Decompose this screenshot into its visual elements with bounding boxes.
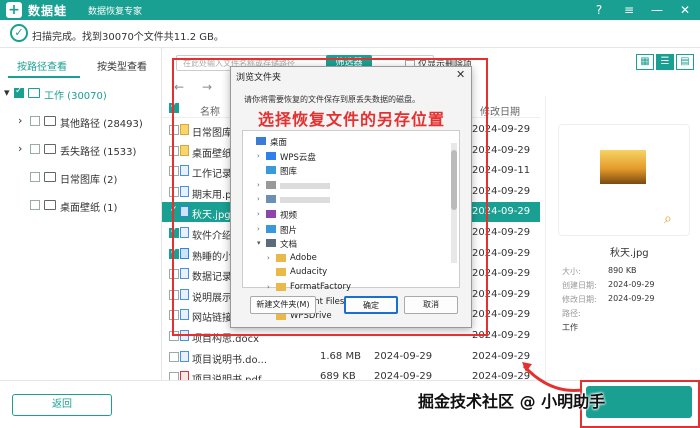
scan-complete-check-icon: ✓ [10, 24, 28, 42]
doc-file-icon [180, 350, 189, 362]
help-button[interactable]: ? [590, 1, 608, 19]
tab-by-type[interactable]: 按类型查看 [97, 58, 147, 73]
chevron-right-icon[interactable]: › [18, 142, 22, 155]
annotation-highlight-box [172, 58, 488, 336]
folder-icon [44, 172, 56, 182]
meta-modified-value: 2024-09-29 [608, 294, 655, 303]
minimize-button[interactable]: — [648, 1, 666, 19]
tree-item-desktop-wallpaper[interactable]: 桌面壁纸 (1) [0, 194, 162, 216]
tree-item-daily-gallery[interactable]: 日常图库 (2) [0, 166, 162, 188]
chevron-right-icon[interactable]: › [18, 114, 22, 127]
meta-modified-key: 修改日期: [562, 295, 597, 304]
annotation-caption: 选择恢复文件的另存位置 [258, 110, 446, 129]
tree-item-label: 日常图库 (2) [60, 175, 118, 186]
meta-size-key: 大小: [562, 267, 581, 276]
meta-created-value: 2024-09-29 [608, 280, 655, 289]
drive-icon [28, 88, 40, 98]
tree-item-label: 其他路径 (28493) [60, 119, 143, 130]
meta-size-value: 890 KB [608, 266, 637, 275]
file-name: 项目说明书.do... [192, 354, 268, 366]
left-panel: 按路径查看 按类型查看 ▾ 工作 (30070) › 其他路径 (28493) … [0, 48, 162, 380]
meta-path-key: 路径: [562, 309, 581, 318]
tree-item-other-paths[interactable]: › 其他路径 (28493) [0, 110, 162, 132]
app-name: 数据蛙 [28, 4, 68, 18]
tab-by-path[interactable]: 按路径查看 [17, 58, 67, 73]
menu-button[interactable]: ≡ [620, 1, 638, 19]
file-d1: 2024-09-29 [374, 350, 433, 362]
tree-checkbox[interactable] [30, 200, 40, 210]
preview-image [600, 150, 646, 184]
folder-icon [44, 200, 56, 210]
chevron-down-icon[interactable]: ▾ [4, 86, 10, 99]
tree-checkbox[interactable] [14, 86, 24, 98]
folder-icon [44, 116, 56, 126]
grid-view-icon[interactable]: ▦ [636, 54, 654, 70]
folder-icon [44, 144, 56, 154]
zoom-icon[interactable]: ⌕ [664, 211, 672, 227]
tree-item-lost-paths[interactable]: › 丢失路径 (1533) [0, 138, 162, 160]
back-button[interactable]: 返回 [12, 394, 112, 416]
tree-checkbox[interactable] [30, 172, 40, 182]
detail-view-icon[interactable]: ▤ [676, 54, 694, 70]
tree-checkbox[interactable] [30, 144, 40, 154]
file-checkbox[interactable] [169, 351, 179, 362]
app-subtitle: 数据恢复专家 [88, 7, 143, 17]
meta-created-key: 创建日期: [562, 281, 597, 290]
file-row[interactable]: 项目说明书.do... 1.68 MB 2024-09-29 2024-09-29 [162, 347, 540, 367]
preview-file-name: 秋天.jpg [610, 248, 649, 259]
file-size: 1.68 MB [320, 350, 361, 362]
app-logo-icon: + [6, 2, 22, 18]
watermark-text: 掘金技术社区 @ 小明助手 [418, 392, 606, 411]
title-bar: + 数据蛙 数据恢复专家 ? ≡ — ✕ [0, 0, 700, 20]
tab-active-indicator [8, 76, 80, 78]
tree-item-label: 工作 (30070) [44, 91, 107, 102]
tree-checkbox[interactable] [30, 116, 40, 126]
tree-item-work[interactable]: ▾ 工作 (30070) [0, 82, 162, 104]
tree-item-label: 丢失路径 (1533) [60, 147, 137, 158]
meta-path-value: 工作 [562, 323, 578, 332]
list-view-icon[interactable]: ☰ [656, 54, 674, 70]
close-button[interactable]: ✕ [676, 1, 694, 19]
status-row: ✓ 扫描完成。找到30070个文件共11.2 GB。 [0, 20, 700, 48]
tree-item-label: 桌面壁纸 (1) [60, 203, 118, 214]
scan-status-text: 扫描完成。找到30070个文件共11.2 GB。 [32, 32, 224, 43]
